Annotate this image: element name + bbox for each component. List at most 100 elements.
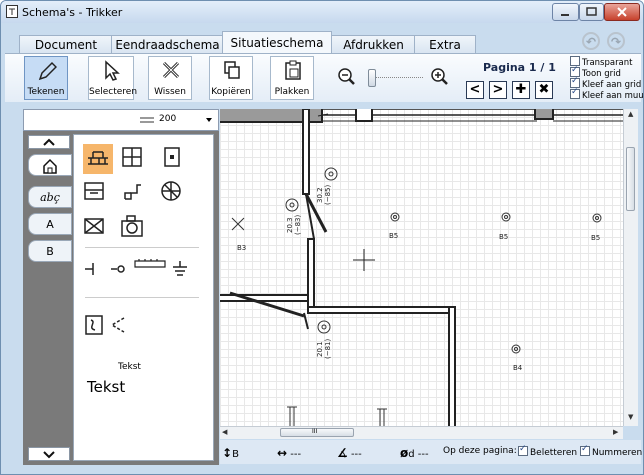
scroll-down-icon[interactable]: ▼	[628, 413, 633, 421]
side-tab-b[interactable]: B	[28, 240, 72, 262]
canvas-label-b5: B5	[591, 234, 601, 242]
socket-point-icon	[390, 212, 400, 222]
height-icon: ↕	[222, 446, 233, 460]
maximize-button[interactable]	[579, 3, 604, 21]
tab-afdrukken[interactable]: Afdrukken	[331, 35, 416, 54]
light-point-icon	[321, 324, 327, 330]
cable-symbols-icon[interactable]	[83, 257, 203, 279]
tab-situatieschema[interactable]: Situatieschema	[222, 31, 332, 55]
palette-text-large[interactable]: Tekst	[87, 378, 125, 396]
scroll-right-icon[interactable]: ▶	[613, 428, 618, 436]
camera-icon[interactable]	[119, 213, 145, 239]
delete-icon: ✖	[538, 82, 550, 97]
main-tabs: Document Eendraadschema Situatieschema A…	[1, 23, 643, 55]
socket-point-icon	[511, 344, 521, 354]
canvas-dimension-sub: (~83)	[294, 214, 302, 235]
checkbox-beletteren[interactable]: Beletteren	[518, 444, 577, 458]
door-swing	[303, 312, 309, 330]
checkbox-label: Nummeren	[592, 448, 643, 458]
next-page-button[interactable]: >	[489, 81, 507, 99]
scroll-left-icon[interactable]: ◀	[222, 428, 227, 436]
tool-tekenen[interactable]: Tekenen	[24, 56, 68, 100]
fan-icon[interactable]	[159, 179, 183, 203]
tool-label: Selecteren	[89, 87, 138, 97]
chevron-down-icon	[43, 451, 55, 459]
wall-segment	[302, 109, 310, 195]
zoom-slider-knob[interactable]	[368, 69, 376, 87]
panel-scroll-down[interactable]	[28, 447, 70, 461]
zoom-select[interactable]: 200	[23, 109, 219, 131]
tool-label: Tekenen	[27, 87, 65, 97]
zoom-in-icon[interactable]	[430, 67, 450, 87]
angle-icon: ∡	[337, 446, 348, 460]
checkbox-box[interactable]	[570, 87, 580, 99]
close-button[interactable]	[604, 3, 640, 21]
speaker-icon[interactable]	[108, 314, 130, 336]
horizontal-scrollbar[interactable]: ◀ III ▶	[220, 426, 623, 439]
walls	[220, 109, 554, 426]
stairs-icon[interactable]	[122, 180, 144, 202]
tab-eendraadschema[interactable]: Eendraadschema	[111, 35, 224, 54]
scroll-grip: III	[312, 428, 318, 435]
palette-text-small[interactable]: Tekst	[118, 362, 141, 372]
back-button[interactable]: ↶	[582, 32, 600, 50]
delete-page-button[interactable]: ✖	[535, 81, 553, 99]
minimize-icon	[561, 14, 569, 16]
forward-button[interactable]: ↷	[607, 32, 625, 50]
chevron-left-icon: <	[469, 82, 481, 97]
status-offset: ↔ ---	[277, 446, 301, 460]
canvas-dimension-sub: (~85)	[324, 184, 332, 205]
floorplan	[220, 109, 623, 426]
envelope-icon[interactable]	[83, 215, 105, 237]
chevron-right-icon: >	[492, 82, 504, 97]
wall-symbol-icon[interactable]	[83, 144, 113, 174]
vertical-scrollbar[interactable]: ▲ ▼	[623, 109, 638, 426]
checkbox-box[interactable]	[580, 444, 590, 456]
tab-document[interactable]: Document	[19, 35, 113, 54]
status-diameter-label: d	[408, 449, 415, 460]
tool-plakken[interactable]: Plakken	[270, 56, 314, 100]
tab-extra[interactable]: Extra	[414, 35, 476, 54]
side-tab-a[interactable]: A	[28, 213, 72, 235]
minimize-button[interactable]	[552, 3, 579, 21]
scroll-up-icon[interactable]: ▲	[628, 110, 633, 118]
light-point-icon	[317, 320, 331, 334]
plus-icon: ✚	[515, 82, 527, 97]
checkbox-nummeren[interactable]: Nummeren	[580, 444, 643, 458]
vertical-scroll-thumb[interactable]	[626, 147, 635, 211]
canvas-label-b4: B4	[513, 364, 523, 372]
app-icon	[6, 5, 18, 18]
horizontal-scroll-thumb[interactable]: III	[280, 428, 354, 437]
palette-divider	[85, 247, 199, 248]
zoom-out-icon[interactable]	[337, 67, 357, 87]
cross-mark-icon	[231, 217, 245, 231]
wall-segment	[448, 306, 456, 426]
app-window: Schema's - Trikker Document Eendraadsche…	[0, 0, 644, 475]
canvas-dimension: 30.2	[316, 187, 324, 203]
tool-label: Wissen	[154, 87, 186, 97]
window-symbol-icon[interactable]	[121, 146, 143, 168]
prev-page-button[interactable]: <	[466, 81, 484, 99]
wall-segment	[355, 109, 373, 122]
socket-box-icon[interactable]	[162, 146, 182, 168]
side-tab-home[interactable]	[28, 154, 72, 176]
checkbox-label: Kleef aan muur	[582, 91, 644, 101]
checkbox-kleef-muur[interactable]: Kleef aan muur	[570, 87, 644, 101]
tool-selecteren[interactable]: Selecteren	[88, 56, 138, 100]
outlet-marks	[287, 406, 387, 426]
panel-scroll-up[interactable]	[28, 135, 70, 149]
canvas-label-b5: B5	[499, 233, 509, 241]
switch-box-icon[interactable]	[83, 314, 105, 336]
tool-kopieren[interactable]: Kopiëren	[209, 56, 253, 100]
drawing-canvas[interactable]: B3 B5 B5 B5 B4 30.2 (~85) 20.3 (~83) 20.…	[220, 109, 623, 426]
panel-symbol-icon[interactable]	[83, 180, 105, 202]
side-tab-text[interactable]: abç	[28, 186, 72, 208]
wall-segment	[220, 294, 309, 302]
status-height: ↕B	[222, 446, 239, 460]
checkbox-box[interactable]	[518, 444, 528, 456]
tool-wissen[interactable]: Wissen	[148, 56, 192, 100]
ceiling-points	[285, 167, 602, 354]
chevron-down-icon	[206, 118, 212, 122]
zoom-slider-track[interactable]	[371, 77, 423, 79]
add-page-button[interactable]: ✚	[512, 81, 530, 99]
